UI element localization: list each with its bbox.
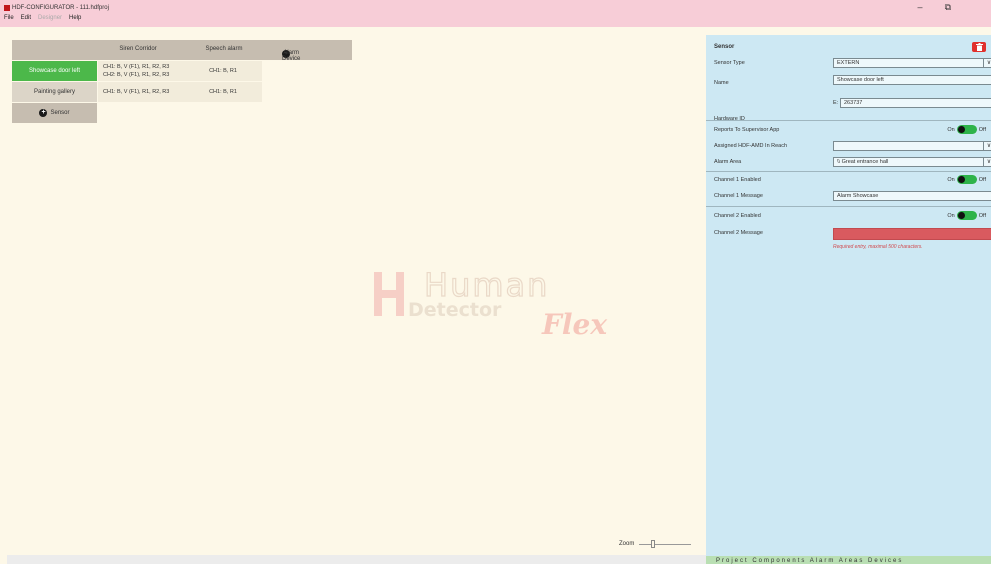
toggle-switch[interactable]	[956, 125, 977, 134]
toggle-off-label: Off	[978, 212, 986, 219]
panel-tabs-footer[interactable]: Project Components Alarm Areas Devices	[706, 556, 991, 564]
zoom-control: Zoom	[619, 539, 692, 549]
channel1-enabled-toggle[interactable]: On Off	[947, 175, 986, 184]
minimize-icon[interactable]: –	[918, 2, 923, 13]
panel-header: Sensor	[714, 42, 989, 52]
name-row: Name Showcase door left	[714, 75, 991, 86]
menu-designer[interactable]: Designer	[38, 15, 62, 21]
sensor-properties-panel: Sensor Sensor Type EXTERN Name Showcase …	[706, 35, 991, 564]
window-controls: – ⧉	[918, 2, 951, 13]
toggle-on-label: On	[947, 126, 955, 133]
name-label: Name	[714, 80, 729, 86]
add-alarm-device-label: Alarm Device	[282, 50, 301, 62]
channel2-message-row: Channel 2 Message	[714, 228, 991, 240]
toggle-off-label: Off	[978, 176, 986, 183]
panel-footer-text: Project Components Alarm Areas Devices	[716, 558, 904, 564]
reports-supervisor-label: Reports To Supervisor App	[714, 127, 780, 133]
menu-file[interactable]: File	[4, 15, 14, 21]
logo-word-detector: Detector	[408, 299, 502, 321]
restore-icon[interactable]: ⧉	[945, 2, 951, 13]
divider	[706, 120, 991, 121]
divider	[706, 171, 991, 172]
zoom-thumb[interactable]	[651, 540, 656, 548]
channel1-message-input[interactable]: Alarm Showcase	[833, 191, 991, 201]
menu-bar: File Edit Designer Help	[4, 15, 81, 21]
plus-icon: +	[39, 109, 48, 117]
canvas-scroll-area	[7, 555, 706, 564]
hardware-id-prefix: E:	[833, 100, 839, 106]
grid-row: Showcase door left CH1: B, V (F1), R1, R…	[12, 61, 262, 81]
channel-entry: CH1: B, R1	[209, 89, 237, 95]
channel-entry: CH1: B, V (F1), R1, R2, R3	[103, 89, 170, 95]
name-input[interactable]: Showcase door left	[833, 75, 991, 85]
sensor-row-showcase-door-left[interactable]: Showcase door left	[12, 61, 97, 81]
sensor-row-painting-gallery[interactable]: Painting gallery	[12, 82, 97, 102]
column-header-siren-corridor[interactable]: Siren Corridor	[98, 46, 178, 52]
grid-cell-speech[interactable]: CH1: B, R1	[184, 61, 262, 81]
column-header-speech-alarm[interactable]: Speech alarm	[184, 46, 264, 52]
channel-entry: CH2: B, V (F1), R1, R2, R3	[103, 72, 170, 78]
designer-canvas[interactable]: Siren Corridor Speech alarm + Alarm Devi…	[7, 35, 706, 555]
channel2-message-label: Channel 2 Message	[714, 230, 763, 236]
channel2-enabled-label: Channel 2 Enabled	[714, 213, 761, 219]
app-logo-icon	[4, 5, 10, 11]
channel1-enabled-row: Channel 1 Enabled On Off	[714, 175, 989, 185]
alarm-area-label: Alarm Area	[714, 159, 742, 165]
hardware-id-input[interactable]: 263737	[840, 98, 991, 108]
grid-header: Siren Corridor Speech alarm + Alarm Devi…	[12, 40, 352, 62]
toggle-on-label: On	[947, 212, 955, 219]
channel-entry: CH1: B, R1	[209, 68, 237, 74]
hardware-id-label: Hardware ID	[714, 116, 745, 122]
toggle-on-label: On	[947, 176, 955, 183]
divider	[706, 206, 991, 207]
assigned-amd-row: Assigned HDF-AMD In Reach	[714, 141, 991, 151]
trash-icon	[975, 43, 983, 51]
zoom-label: Zoom	[619, 541, 635, 547]
title-area: HDF-CONFIGURATOR - 111.hdfproj	[4, 3, 109, 13]
sensor-type-select[interactable]: EXTERN	[833, 58, 991, 68]
title-bar: HDF-CONFIGURATOR - 111.hdfproj – ⧉ File …	[0, 0, 991, 27]
reports-supervisor-toggle[interactable]: On Off	[947, 125, 986, 134]
menu-edit[interactable]: Edit	[21, 15, 31, 21]
sensor-type-label: Sensor Type	[714, 60, 745, 66]
toggle-switch[interactable]	[956, 175, 977, 184]
channel2-message-input[interactable]	[833, 228, 991, 240]
validation-error-text: Required entry, maximal 500 characters.	[833, 244, 923, 250]
channel1-enabled-label: Channel 1 Enabled	[714, 177, 761, 183]
add-sensor-label: Sensor	[50, 110, 70, 116]
menu-help[interactable]: Help	[69, 15, 81, 21]
human-detector-flex-logo: Human Detector Flex	[374, 270, 607, 340]
hardware-id-row: Hardware ID E: 263737	[714, 98, 991, 122]
channel-entry: CH1: B, V (F1), R1, R2, R3	[103, 64, 170, 70]
zoom-slider[interactable]	[639, 539, 692, 549]
toggle-switch[interactable]	[956, 211, 977, 220]
grid-cell-siren[interactable]: CH1: B, V (F1), R1, R2, R3 CH2: B, V (F1…	[98, 61, 184, 81]
logo-word-flex: Flex	[541, 308, 607, 340]
channel2-enabled-toggle[interactable]: On Off	[947, 211, 986, 220]
sensor-type-row: Sensor Type EXTERN	[714, 58, 991, 68]
panel-title: Sensor	[714, 44, 735, 50]
window-title: HDF-CONFIGURATOR - 111.hdfproj	[12, 5, 109, 11]
grid-cell-speech[interactable]: CH1: B, R1	[184, 82, 262, 102]
delete-sensor-button[interactable]	[972, 42, 986, 52]
alarm-area-row: Alarm Area \\ Great entrance hall	[714, 157, 991, 167]
channel1-message-row: Channel 1 Message Alarm Showcase	[714, 191, 991, 201]
zoom-track	[639, 544, 692, 545]
assigned-amd-select[interactable]	[833, 141, 991, 151]
add-sensor-button[interactable]: + Sensor	[12, 103, 97, 123]
grid-row: Painting gallery CH1: B, V (F1), R1, R2,…	[12, 82, 262, 102]
channel2-enabled-row: Channel 2 Enabled On Off	[714, 211, 989, 221]
toggle-off-label: Off	[978, 126, 986, 133]
assigned-amd-label: Assigned HDF-AMD In Reach	[714, 143, 788, 149]
grid-cell-siren[interactable]: CH1: B, V (F1), R1, R2, R3	[98, 82, 184, 102]
channel1-message-label: Channel 1 Message	[714, 193, 763, 199]
reports-supervisor-row: Reports To Supervisor App On Off	[714, 125, 989, 135]
alarm-area-select[interactable]: \\ Great entrance hall	[833, 157, 991, 167]
